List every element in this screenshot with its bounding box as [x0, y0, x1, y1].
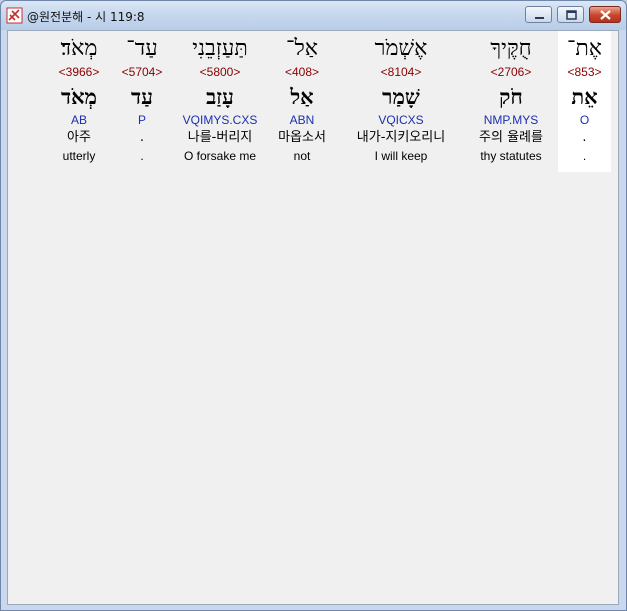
hebrew-word: מְאֹד׃: [60, 36, 98, 61]
korean-gloss: 마옵소서: [278, 130, 326, 145]
word-analysis-panel: מְאֹד׃ <3966> מְאֹד AB 아주 utterly עַד־ <…: [7, 30, 619, 605]
morphology-code: P: [137, 113, 146, 127]
strong-number[interactable]: <3966>: [48, 65, 110, 79]
strong-number[interactable]: <408>: [268, 65, 336, 79]
morphology-code: ABN: [289, 113, 315, 127]
word-column[interactable]: אַל־ <408> אַל ABN 마옵소서 not: [268, 31, 336, 172]
english-gloss: not: [293, 149, 311, 163]
maximize-button[interactable]: [557, 6, 584, 23]
korean-gloss: 내가-지키오리니: [356, 130, 446, 145]
strong-number[interactable]: <5800>: [172, 65, 268, 79]
maximize-icon: [566, 10, 577, 20]
hebrew-word: אֶשְׁמֹר: [374, 36, 428, 61]
strong-number[interactable]: <5704>: [114, 65, 170, 79]
hebrew-word: תַּעַזְבֵנִי: [192, 36, 248, 61]
korean-gloss: 아주: [67, 130, 91, 145]
minimize-button[interactable]: [525, 6, 552, 23]
title-bar[interactable]: @원전분해 - 시 119:8: [1, 1, 626, 30]
english-gloss: O forsake me: [183, 149, 257, 163]
hebrew-lemma: אַל: [290, 84, 314, 109]
english-gloss: I will keep: [374, 149, 428, 163]
morphology-code: NMP.MYS: [483, 113, 539, 127]
morphology-code: O: [579, 113, 590, 127]
korean-gloss: 주의 율례를: [479, 130, 543, 145]
minimize-icon: [535, 17, 544, 19]
word-column[interactable]: מְאֹד׃ <3966> מְאֹד AB 아주 utterly: [48, 31, 110, 172]
english-gloss: .: [582, 149, 587, 163]
hebrew-lemma: חֹק: [499, 84, 523, 109]
word-column[interactable]: חֻקֶּיךָ <2706> חֹק NMP.MYS 주의 율례를 thy s…: [464, 31, 558, 172]
english-gloss: thy statutes: [480, 149, 542, 163]
hebrew-lemma: עַד: [131, 84, 153, 109]
english-gloss: .: [140, 149, 144, 163]
korean-gloss: .: [139, 130, 145, 145]
hebrew-word: עַד־: [126, 36, 158, 61]
strong-number[interactable]: <8104>: [342, 65, 460, 79]
app-icon[interactable]: [6, 7, 23, 24]
app-window: @원전분해 - 시 119:8 מְאֹד׃ <3966> מְאֹד AB 아…: [0, 0, 627, 611]
korean-gloss: .: [582, 130, 587, 145]
morphology-code: AB: [70, 113, 87, 127]
strong-number[interactable]: <2706>: [464, 65, 558, 79]
strong-number[interactable]: <853>: [558, 65, 611, 79]
hebrew-word: אֶת־: [566, 36, 603, 61]
word-column-selected[interactable]: אֶת־ <853> אֵת O . .: [558, 31, 611, 172]
close-button[interactable]: [589, 6, 621, 23]
window-title: @원전분해 - 시 119:8: [27, 10, 145, 24]
word-column[interactable]: אֶשְׁמֹר <8104> שָׁמַר VQICXS 내가-지키오리니 I…: [342, 31, 460, 172]
hebrew-lemma: עָזַב: [206, 84, 234, 109]
morphology-code: VQICXS: [378, 113, 424, 127]
word-column[interactable]: עַד־ <5704> עַד P . .: [114, 31, 170, 172]
english-gloss: utterly: [62, 149, 96, 163]
word-column[interactable]: תַּעַזְבֵנִי <5800> עָזַב VQIMYS.CXS 나를-…: [172, 31, 268, 172]
hebrew-lemma: מְאֹד: [60, 84, 98, 109]
close-icon: [600, 10, 611, 20]
hebrew-lemma: שָׁמַר: [382, 84, 420, 109]
korean-gloss: 나를-버리지: [187, 130, 253, 145]
hebrew-lemma: אֵת: [571, 84, 598, 109]
hebrew-word: חֻקֶּיךָ: [490, 36, 532, 61]
morphology-code: VQIMYS.CXS: [182, 113, 258, 127]
hebrew-word: אַל־: [286, 36, 318, 61]
